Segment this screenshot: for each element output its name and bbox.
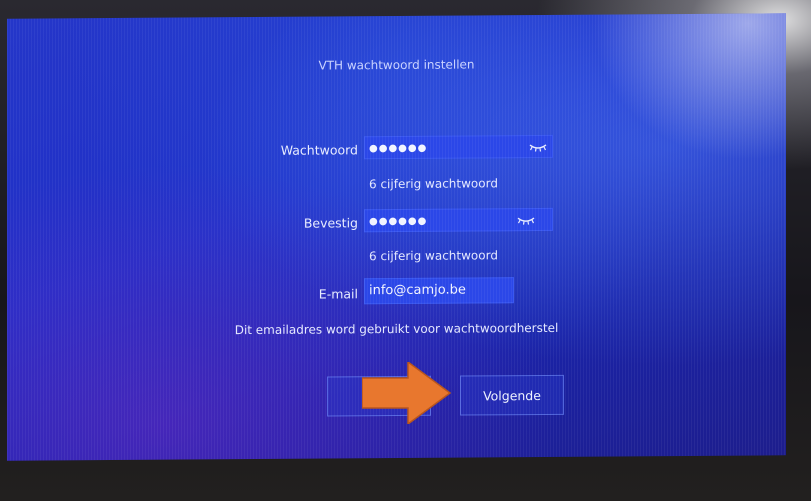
password-value: ●●●●●● — [369, 142, 428, 155]
confirm-value: ●●●●●● — [369, 215, 428, 228]
password-field[interactable]: ●●●●●● — [364, 134, 553, 160]
email-value: info@camjo.be — [369, 282, 466, 299]
email-label: E-mail — [318, 286, 358, 302]
next-button-label: Volgende — [483, 387, 541, 403]
next-button[interactable]: Volgende — [460, 374, 564, 416]
dialog-title: VTH wachtwoord instellen — [318, 57, 475, 73]
confirm-hint: 6 cijferig wachtwoord — [369, 248, 498, 264]
screen-glare — [566, 13, 786, 185]
password-visibility-toggle[interactable] — [527, 136, 549, 157]
confirm-visibility-toggle[interactable] — [515, 209, 537, 230]
arrow-right-icon — [362, 362, 452, 424]
confirm-label: Bevestig — [303, 215, 358, 231]
email-field[interactable]: info@camjo.be — [364, 277, 514, 305]
eye-closed-icon — [529, 143, 547, 152]
eye-closed-icon — [517, 216, 535, 225]
password-hint: 6 cijferig wachtwoord — [369, 176, 498, 192]
email-note: Dit emailadres word gebruikt voor wachtw… — [234, 320, 559, 338]
password-label: Wachtwoord — [280, 142, 358, 158]
